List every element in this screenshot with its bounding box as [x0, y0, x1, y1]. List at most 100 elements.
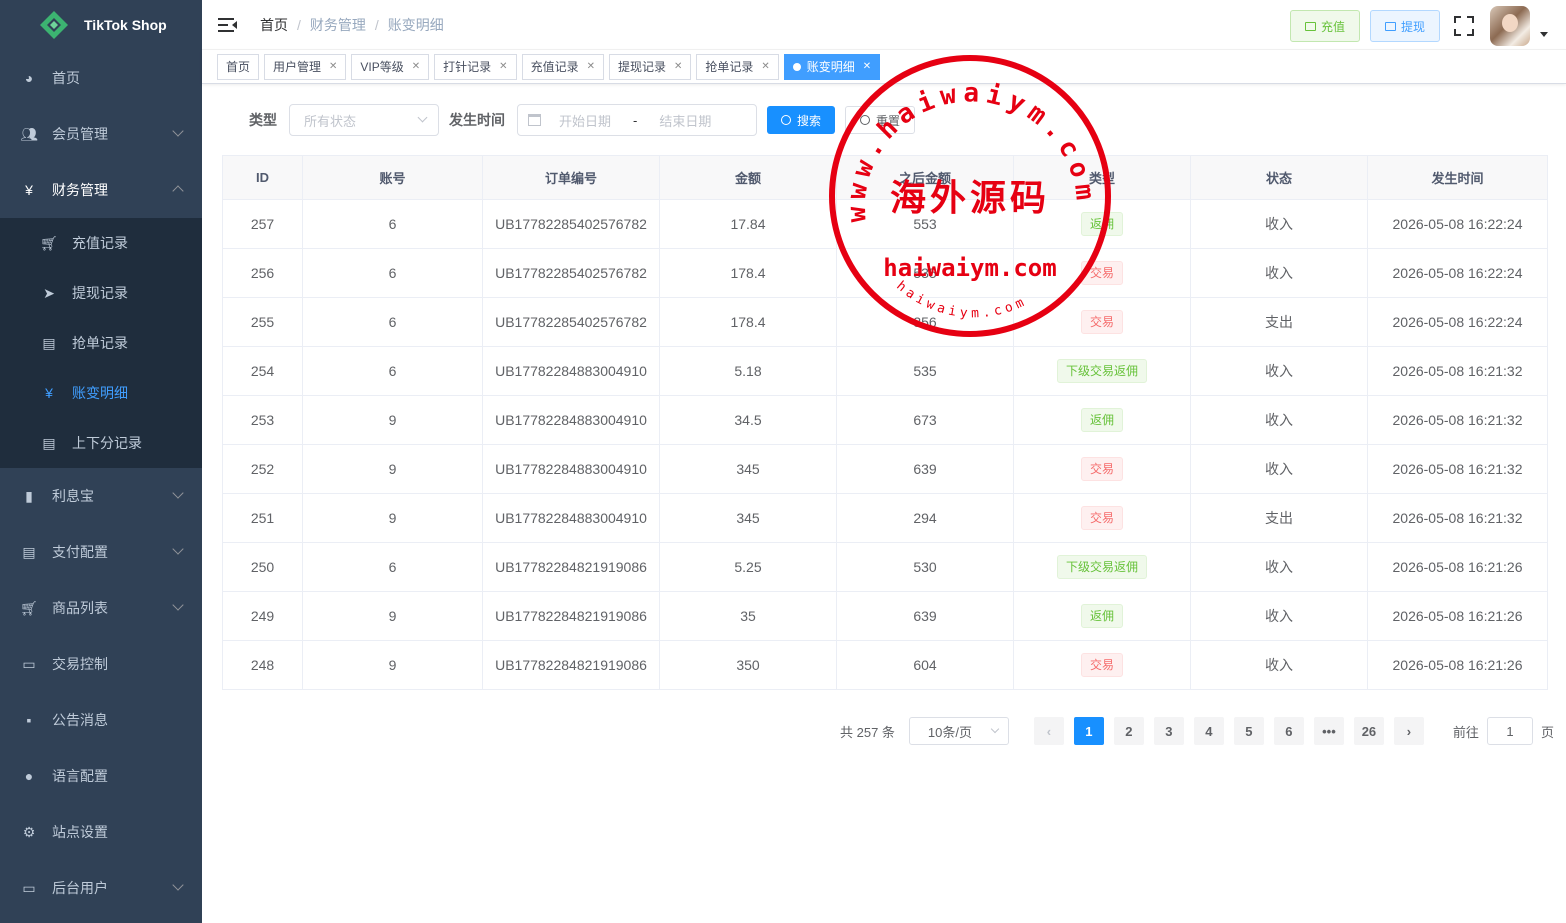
close-icon[interactable]: ✕ — [863, 61, 871, 72]
range-separator: - — [633, 112, 638, 128]
cell-time: 2026-05-08 16:22:24 — [1367, 297, 1548, 347]
column-header-account[interactable]: 账号 — [302, 155, 483, 200]
type-filter-label: 类型 — [249, 112, 277, 128]
type-badge: 返佣 — [1080, 408, 1123, 432]
cell-status: 支出 — [1190, 297, 1368, 347]
menu-item-admin-users[interactable]: ▭ 后台用户 — [0, 860, 202, 916]
cell-account: 9 — [302, 640, 483, 690]
cell-type: 交易 — [1013, 493, 1191, 543]
brand-name: TikTok Shop — [84, 17, 167, 33]
tag-injection-records[interactable]: 打针记录 ✕ — [434, 53, 517, 80]
breadcrumb-home[interactable]: 首页 — [260, 15, 288, 35]
close-icon[interactable]: ✕ — [674, 61, 682, 72]
next-page-button[interactable]: › — [1393, 717, 1424, 745]
globe-icon: ● — [24, 768, 34, 784]
close-icon[interactable]: ✕ — [761, 61, 769, 72]
type-select-placeholder: 所有状态 — [304, 113, 357, 129]
page-button-1[interactable]: 1 — [1073, 717, 1104, 745]
menu-item-announcements[interactable]: ▪ 公告消息 — [0, 692, 202, 748]
menu-label: 财务管理 — [52, 182, 108, 198]
column-header-id[interactable]: ID — [222, 155, 303, 200]
close-icon[interactable]: ✕ — [587, 61, 595, 72]
page-button-3[interactable]: 3 — [1153, 717, 1184, 745]
more-pages-button[interactable]: ••• — [1313, 717, 1344, 745]
tag-grab-records[interactable]: 抢单记录 ✕ — [696, 53, 779, 80]
cell-amount: 178.4 — [659, 297, 837, 347]
page-button-4[interactable]: 4 — [1193, 717, 1224, 745]
column-header-time[interactable]: 发生时间 — [1367, 155, 1548, 200]
cell-order: UB17782284883004910 — [482, 493, 660, 543]
tag-label: 提现记录 — [617, 60, 666, 74]
column-header-order[interactable]: 订单编号 — [482, 155, 660, 200]
tag-vip-level[interactable]: VIP等级 ✕ — [351, 53, 430, 80]
monitor-icon: ▭ — [22, 879, 36, 896]
cell-type: 返佣 — [1013, 395, 1191, 445]
cell-id: 251 — [222, 493, 303, 543]
avatar[interactable] — [1490, 6, 1530, 46]
menu-label: 后台用户 — [52, 880, 108, 896]
recharge-label: 充值 — [1320, 19, 1345, 34]
tag-withdraw-records[interactable]: 提现记录 ✕ — [608, 53, 692, 80]
cell-order: UB17782284821919086 — [482, 591, 660, 641]
cell-time: 2026-05-08 16:21:32 — [1367, 444, 1548, 494]
cell-type: 返佣 — [1013, 591, 1191, 641]
cell-type: 交易 — [1013, 640, 1191, 690]
sub-item-grab-records[interactable]: ▤ 抢单记录 — [0, 318, 202, 368]
column-header-status[interactable]: 状态 — [1190, 155, 1368, 200]
sub-item-score-records[interactable]: ▤ 上下分记录 — [0, 418, 202, 468]
sub-item-withdraw-records[interactable]: ➤ 提现记录 — [0, 268, 202, 318]
brand-logo[interactable]: TikTok Shop — [0, 0, 202, 50]
menu-item-interest[interactable]: ▮ 利息宝 — [0, 468, 202, 524]
page-button-5[interactable]: 5 — [1233, 717, 1264, 745]
menu-item-site-settings[interactable]: ⚙ 站点设置 — [0, 804, 202, 860]
caret-down-icon[interactable] — [1540, 31, 1548, 37]
menu-item-members[interactable]: 👥︎ 会员管理 — [0, 106, 202, 162]
finance-submenu: 🛒︎ 充值记录 ➤ 提现记录 ▤ 抢单记录 ¥ 账变明细 ▤ 上下分记录 — [0, 218, 202, 468]
page-button-2[interactable]: 2 — [1113, 717, 1144, 745]
menu-item-products[interactable]: 🛒︎ 商品列表 — [0, 580, 202, 636]
cell-account: 9 — [302, 493, 483, 543]
hamburger-icon[interactable] — [218, 17, 238, 33]
cell-status: 收入 — [1190, 346, 1368, 396]
tag-home[interactable]: 首页 — [217, 53, 260, 80]
page-button-26[interactable]: 26 — [1353, 717, 1384, 745]
filter-bar: 类型 所有状态 发生时间 开始日期 - 结束日期 搜索 重置 — [222, 104, 916, 136]
tag-recharge-records[interactable]: 充值记录 ✕ — [521, 53, 604, 80]
withdraw-button[interactable]: 提现 — [1369, 10, 1440, 42]
column-header-after-amount[interactable]: 之后金额 — [836, 155, 1014, 200]
table-row: 257 6 UB17782285402576782 17.84 553 返佣 收入 2026-… — [222, 199, 1548, 249]
tag-user-management[interactable]: 用户管理 ✕ — [264, 53, 347, 80]
search-button[interactable]: 搜索 — [767, 106, 836, 134]
close-icon[interactable]: ✕ — [329, 61, 337, 72]
column-header-type[interactable]: 类型 — [1013, 155, 1191, 200]
tag-balance-detail[interactable]: 账变明细 ✕ — [783, 53, 881, 80]
type-select[interactable]: 所有状态 — [289, 104, 439, 136]
page-button-6[interactable]: 6 — [1273, 717, 1304, 745]
fullscreen-icon[interactable] — [1454, 16, 1474, 36]
menu-item-language[interactable]: ● 语言配置 — [0, 748, 202, 804]
menu-item-trade-control[interactable]: ▭ 交易控制 — [0, 636, 202, 692]
message-icon: ▪ — [26, 712, 32, 728]
tag-label: 打针记录 — [443, 60, 492, 74]
yen-icon: ¥ — [45, 385, 53, 401]
reset-button[interactable]: 重置 — [845, 106, 916, 134]
page-size-select[interactable]: 10条/页 — [908, 717, 1009, 745]
type-badge: 交易 — [1080, 457, 1123, 481]
sub-item-balance-detail[interactable]: ¥ 账变明细 — [0, 368, 202, 418]
menu-item-payment[interactable]: ▤ 支付配置 — [0, 524, 202, 580]
column-header-amount[interactable]: 金额 — [659, 155, 837, 200]
type-badge: 交易 — [1080, 261, 1123, 285]
end-date-input[interactable]: 结束日期 — [659, 111, 711, 130]
start-date-input[interactable]: 开始日期 — [559, 111, 611, 130]
date-range-picker[interactable]: 开始日期 - 结束日期 — [517, 104, 757, 136]
prev-page-button[interactable]: ‹ — [1033, 717, 1064, 745]
recharge-button[interactable]: 充值 — [1289, 10, 1360, 42]
menu-label: 利息宝 — [52, 488, 94, 504]
table-row: 253 9 UB17782284883004910 34.5 673 返佣 收入 2026-0… — [222, 395, 1548, 445]
sub-item-recharge-records[interactable]: 🛒︎ 充值记录 — [0, 218, 202, 268]
menu-item-home[interactable]: ◕ 首页 — [0, 50, 202, 106]
close-icon[interactable]: ✕ — [499, 61, 507, 72]
close-icon[interactable]: ✕ — [412, 61, 420, 72]
goto-page-input[interactable]: 1 — [1486, 717, 1533, 745]
menu-item-finance[interactable]: ¥ 财务管理 — [0, 162, 202, 218]
